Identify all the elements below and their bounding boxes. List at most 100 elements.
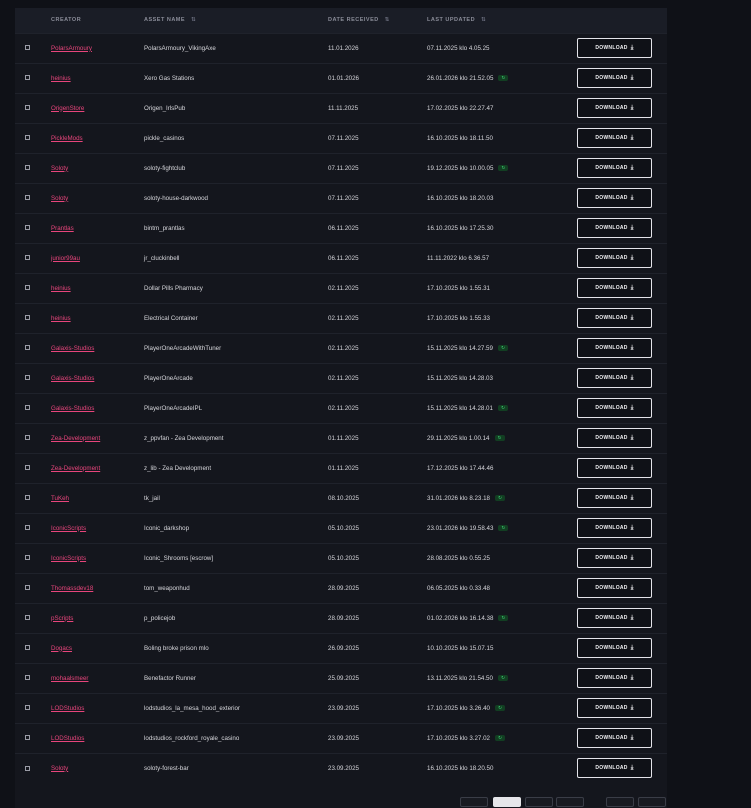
- creator-link[interactable]: mohaalsmeer: [51, 675, 89, 682]
- download-button[interactable]: DOWNLOAD ⤓: [577, 698, 652, 718]
- sort-icon[interactable]: ⇅: [385, 17, 390, 23]
- download-button[interactable]: DOWNLOAD ⤓: [577, 218, 652, 238]
- download-button[interactable]: DOWNLOAD ⤓: [577, 68, 652, 88]
- row-checkbox[interactable]: [25, 435, 30, 441]
- creator-link[interactable]: junior99au: [51, 255, 80, 262]
- row-checkbox[interactable]: [25, 105, 30, 111]
- download-button[interactable]: DOWNLOAD ⤓: [577, 278, 652, 298]
- creator-link[interactable]: Zea-Development: [51, 435, 100, 442]
- download-button[interactable]: DOWNLOAD ⤓: [577, 728, 652, 748]
- row-checkbox[interactable]: [25, 705, 30, 711]
- row-checkbox[interactable]: [25, 405, 30, 411]
- row-checkbox[interactable]: [25, 645, 30, 651]
- download-button[interactable]: DOWNLOAD ⤓: [577, 668, 652, 688]
- row-checkbox[interactable]: [25, 315, 30, 321]
- creator-link[interactable]: heinius: [51, 315, 71, 322]
- creator-link[interactable]: Galaxis-Studios: [51, 375, 94, 382]
- header-last-updated[interactable]: LAST UPDATED ⇅: [427, 8, 577, 33]
- row-checkbox[interactable]: [25, 165, 30, 171]
- download-button[interactable]: DOWNLOAD ⤓: [577, 98, 652, 118]
- creator-link[interactable]: OrigenStore: [51, 105, 84, 112]
- row-checkbox[interactable]: [25, 225, 30, 231]
- row-checkbox[interactable]: [25, 675, 30, 681]
- row-checkbox[interactable]: [25, 465, 30, 471]
- creator-link[interactable]: heinius: [51, 75, 71, 82]
- download-button[interactable]: DOWNLOAD ⤓: [577, 188, 652, 208]
- download-button[interactable]: DOWNLOAD ⤓: [577, 248, 652, 268]
- pagination-prev-button[interactable]: [460, 797, 488, 807]
- last-updated-cell: 10.10.2025 klo 15.07.15: [427, 633, 577, 663]
- download-button[interactable]: DOWNLOAD ⤓: [577, 128, 652, 148]
- row-select-cell: [15, 303, 51, 333]
- creator-link[interactable]: Thomassdev18: [51, 585, 93, 592]
- download-button[interactable]: DOWNLOAD ⤓: [577, 338, 652, 358]
- row-checkbox[interactable]: [25, 765, 30, 771]
- download-button[interactable]: DOWNLOAD ⤓: [577, 38, 652, 58]
- download-button[interactable]: DOWNLOAD ⤓: [577, 488, 652, 508]
- row-checkbox[interactable]: [25, 525, 30, 531]
- creator-link[interactable]: LODStudios: [51, 705, 84, 712]
- creator-link[interactable]: LODStudios: [51, 735, 84, 742]
- download-button[interactable]: DOWNLOAD ⤓: [577, 368, 652, 388]
- refresh-icon: ↻: [498, 524, 509, 531]
- creator-link[interactable]: Soloty: [51, 195, 68, 202]
- download-icon: ⤓: [630, 525, 634, 531]
- creator-cell: PolarsArmoury: [51, 33, 144, 63]
- row-checkbox[interactable]: [25, 255, 30, 261]
- row-checkbox[interactable]: [25, 45, 30, 51]
- action-cell: DOWNLOAD ⤓: [577, 543, 667, 573]
- row-checkbox[interactable]: [25, 735, 30, 741]
- creator-link[interactable]: Prantlas: [51, 225, 74, 232]
- date-received-cell: 23.09.2025: [328, 764, 359, 772]
- row-checkbox[interactable]: [25, 375, 30, 381]
- row-checkbox[interactable]: [25, 285, 30, 291]
- creator-cell: Soloty: [51, 753, 144, 783]
- download-button[interactable]: DOWNLOAD ⤓: [577, 458, 652, 478]
- row-checkbox[interactable]: [25, 495, 30, 501]
- download-button[interactable]: DOWNLOAD ⤓: [577, 578, 652, 598]
- download-button[interactable]: DOWNLOAD ⤓: [577, 428, 652, 448]
- creator-link[interactable]: IconicScripts: [51, 555, 86, 562]
- header-date-received[interactable]: DATE RECEIVED ⇅: [328, 8, 427, 33]
- row-checkbox[interactable]: [25, 555, 30, 561]
- last-updated-text: 17.10.2025 klo 1.55.31: [427, 284, 490, 292]
- download-button[interactable]: DOWNLOAD ⤓: [577, 608, 652, 628]
- creator-link[interactable]: Zea-Development: [51, 465, 100, 472]
- date-received-cell: 11.01.2026: [328, 44, 359, 52]
- sort-icon[interactable]: ⇅: [191, 17, 196, 23]
- creator-link[interactable]: pScripts: [51, 615, 73, 622]
- creator-link[interactable]: Soloty: [51, 165, 68, 172]
- creator-link[interactable]: Dogacs: [51, 645, 72, 652]
- creator-link[interactable]: PolarsArmoury: [51, 45, 92, 52]
- creator-link[interactable]: Galaxis-Studios: [51, 345, 94, 352]
- sort-icon[interactable]: ⇅: [481, 17, 486, 23]
- header-asset-name[interactable]: ASSET NAME ⇅: [144, 8, 328, 33]
- download-button[interactable]: DOWNLOAD ⤓: [577, 638, 652, 658]
- pagination-page-button[interactable]: [525, 797, 553, 807]
- pagination-page-button[interactable]: [606, 797, 634, 807]
- pagination-next-button[interactable]: [638, 797, 666, 807]
- creator-link[interactable]: Galaxis-Studios: [51, 405, 94, 412]
- row-checkbox[interactable]: [25, 585, 30, 591]
- creator-link[interactable]: IconicScripts: [51, 525, 86, 532]
- creator-link[interactable]: PickleMods: [51, 135, 83, 142]
- download-button[interactable]: DOWNLOAD ⤓: [577, 758, 652, 779]
- row-checkbox[interactable]: [25, 195, 30, 201]
- creator-link[interactable]: Soloty: [51, 765, 68, 772]
- download-icon: ⤓: [630, 315, 634, 321]
- creator-link[interactable]: heinius: [51, 285, 71, 292]
- pagination-page-button[interactable]: [556, 797, 584, 807]
- row-checkbox[interactable]: [25, 135, 30, 141]
- pagination-page-button[interactable]: [493, 797, 521, 807]
- row-checkbox[interactable]: [25, 345, 30, 351]
- download-button[interactable]: DOWNLOAD ⤓: [577, 308, 652, 328]
- download-button[interactable]: DOWNLOAD ⤓: [577, 158, 652, 178]
- download-button[interactable]: DOWNLOAD ⤓: [577, 548, 652, 568]
- download-button[interactable]: DOWNLOAD ⤓: [577, 518, 652, 538]
- row-checkbox[interactable]: [25, 75, 30, 81]
- row-checkbox[interactable]: [25, 615, 30, 621]
- creator-link[interactable]: TuKeh: [51, 495, 69, 502]
- download-button[interactable]: DOWNLOAD ⤓: [577, 398, 652, 418]
- refresh-icon: ↻: [494, 704, 505, 711]
- table-row: Thomassdev18 tom_weaponhud 28.09.2025 06.05…: [15, 573, 667, 603]
